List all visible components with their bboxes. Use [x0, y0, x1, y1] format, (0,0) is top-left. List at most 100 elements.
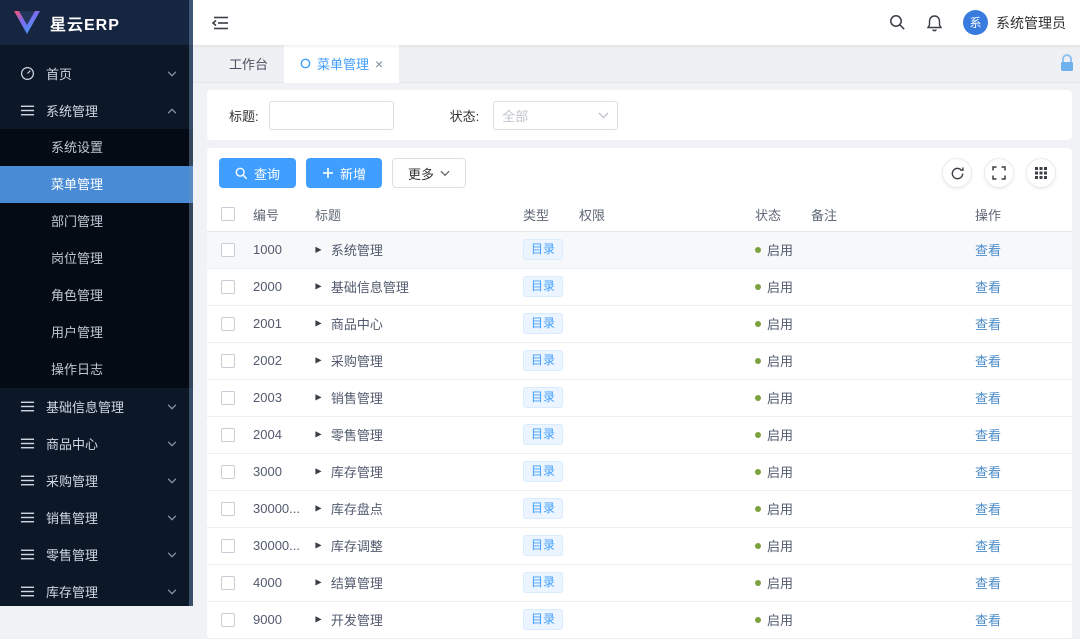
- row-checkbox[interactable]: [221, 391, 235, 405]
- table-panel: 查询 新增 更多: [207, 148, 1072, 639]
- view-link[interactable]: 查看: [975, 243, 1001, 258]
- filter-status-select[interactable]: 全部: [493, 101, 618, 130]
- sidebar-item-基础信息管理[interactable]: 基础信息管理: [0, 388, 193, 425]
- chevron-down-icon: [167, 71, 177, 77]
- tab-refresh-icon[interactable]: [300, 58, 311, 69]
- expand-caret-icon[interactable]: ▶: [315, 541, 321, 551]
- sidebar-item-销售管理[interactable]: 销售管理: [0, 499, 193, 536]
- view-link[interactable]: 查看: [975, 280, 1001, 295]
- view-link[interactable]: 查看: [975, 613, 1001, 628]
- more-button[interactable]: 更多: [392, 158, 466, 188]
- type-tag: 目录: [523, 535, 563, 557]
- filter-title-label: 标题:: [229, 106, 259, 125]
- expand-caret-icon[interactable]: ▶: [315, 578, 321, 588]
- row-checkbox[interactable]: [221, 576, 235, 590]
- view-link[interactable]: 查看: [975, 502, 1001, 517]
- lock-icon[interactable]: [1058, 53, 1076, 73]
- filter-title-input[interactable]: [269, 101, 394, 130]
- view-link[interactable]: 查看: [975, 428, 1001, 443]
- expand-caret-icon[interactable]: ▶: [315, 615, 321, 625]
- expand-caret-icon[interactable]: ▶: [315, 430, 321, 440]
- row-checkbox[interactable]: [221, 465, 235, 479]
- sidebar-item-采购管理[interactable]: 采购管理: [0, 462, 193, 499]
- table-row: 3000 ▶ 库存管理 目录 启用 查看: [207, 453, 1072, 490]
- filter-panel: 标题: 状态: 全部: [207, 90, 1072, 140]
- user-menu[interactable]: 系 系统管理员: [963, 10, 1066, 35]
- content: 标题: 状态: 全部 查询: [193, 83, 1080, 639]
- expand-caret-icon[interactable]: ▶: [315, 356, 321, 366]
- sidebar-item-label: 商品中心: [46, 434, 98, 453]
- collapse-sidebar-icon[interactable]: [211, 14, 231, 32]
- add-button[interactable]: 新增: [306, 158, 382, 188]
- logo[interactable]: 星云ERP: [0, 0, 193, 45]
- sidebar-subitem-角色管理[interactable]: 角色管理: [0, 277, 193, 314]
- list-icon: [20, 510, 35, 525]
- user-name: 系统管理员: [996, 13, 1066, 33]
- sidebar-submenu: 系统设置菜单管理部门管理岗位管理角色管理用户管理操作日志: [0, 129, 193, 388]
- status-dot: [755, 580, 761, 586]
- list-icon: [20, 547, 35, 562]
- sidebar-item-零售管理[interactable]: 零售管理: [0, 536, 193, 573]
- sidebar-item-系统管理[interactable]: 系统管理: [0, 92, 193, 129]
- sidebar-item-商品中心[interactable]: 商品中心: [0, 425, 193, 462]
- expand-caret-icon[interactable]: ▶: [315, 245, 321, 255]
- row-id: 1000: [247, 231, 309, 268]
- tab-workbench[interactable]: 工作台: [213, 45, 284, 83]
- sidebar-item-label: 基础信息管理: [46, 397, 124, 416]
- sidebar-scrollbar[interactable]: [189, 0, 193, 606]
- app-logo-icon: [14, 11, 40, 34]
- expand-caret-icon[interactable]: ▶: [315, 393, 321, 403]
- row-permission: [573, 416, 749, 453]
- query-button[interactable]: 查询: [219, 158, 296, 188]
- col-remark: 备注: [805, 198, 969, 231]
- view-link[interactable]: 查看: [975, 391, 1001, 406]
- row-checkbox[interactable]: [221, 428, 235, 442]
- tab-label: 菜单管理: [317, 54, 369, 73]
- expand-caret-icon[interactable]: ▶: [315, 467, 321, 477]
- plus-icon: [322, 167, 334, 179]
- view-link[interactable]: 查看: [975, 465, 1001, 480]
- chevron-down-icon: [167, 515, 177, 521]
- row-checkbox[interactable]: [221, 354, 235, 368]
- row-checkbox[interactable]: [221, 539, 235, 553]
- row-checkbox[interactable]: [221, 613, 235, 627]
- expand-caret-icon[interactable]: ▶: [315, 504, 321, 514]
- sidebar-subitem-系统设置[interactable]: 系统设置: [0, 129, 193, 166]
- sidebar-subitem-操作日志[interactable]: 操作日志: [0, 351, 193, 388]
- sidebar-subitem-菜单管理[interactable]: 菜单管理: [0, 166, 193, 203]
- expand-caret-icon[interactable]: ▶: [315, 282, 321, 292]
- row-checkbox[interactable]: [221, 317, 235, 331]
- column-settings-icon[interactable]: [1026, 158, 1056, 188]
- row-id: 2001: [247, 305, 309, 342]
- status-dot: [755, 543, 761, 549]
- row-checkbox[interactable]: [221, 280, 235, 294]
- sidebar-subitem-岗位管理[interactable]: 岗位管理: [0, 240, 193, 277]
- expand-caret-icon[interactable]: ▶: [315, 319, 321, 329]
- sidebar-item-首页[interactable]: 首页: [0, 55, 193, 92]
- main-area: 系 系统管理员 工作台 菜单管理 × 标题: 状态:: [193, 0, 1080, 606]
- fullscreen-icon[interactable]: [984, 158, 1014, 188]
- table-row: 2002 ▶ 采购管理 目录 启用 查看: [207, 342, 1072, 379]
- tab-close-icon[interactable]: ×: [375, 57, 383, 71]
- row-id: 3000: [247, 453, 309, 490]
- row-title: 采购管理: [331, 351, 383, 370]
- chevron-down-icon: [167, 552, 177, 558]
- search-icon[interactable]: [889, 14, 906, 31]
- sidebar-subitem-用户管理[interactable]: 用户管理: [0, 314, 193, 351]
- select-all-checkbox[interactable]: [221, 207, 235, 221]
- bell-icon[interactable]: [926, 14, 943, 32]
- view-link[interactable]: 查看: [975, 317, 1001, 332]
- col-id: 编号: [247, 198, 309, 231]
- refresh-icon[interactable]: [942, 158, 972, 188]
- row-checkbox[interactable]: [221, 502, 235, 516]
- view-link[interactable]: 查看: [975, 539, 1001, 554]
- row-title: 商品中心: [331, 314, 383, 333]
- row-checkbox[interactable]: [221, 243, 235, 257]
- sidebar-item-库存管理[interactable]: 库存管理: [0, 573, 193, 610]
- tab-menu-management[interactable]: 菜单管理 ×: [284, 45, 399, 83]
- type-tag: 目录: [523, 572, 563, 594]
- view-link[interactable]: 查看: [975, 354, 1001, 369]
- sidebar-subitem-部门管理[interactable]: 部门管理: [0, 203, 193, 240]
- status-text: 启用: [767, 240, 793, 259]
- view-link[interactable]: 查看: [975, 576, 1001, 591]
